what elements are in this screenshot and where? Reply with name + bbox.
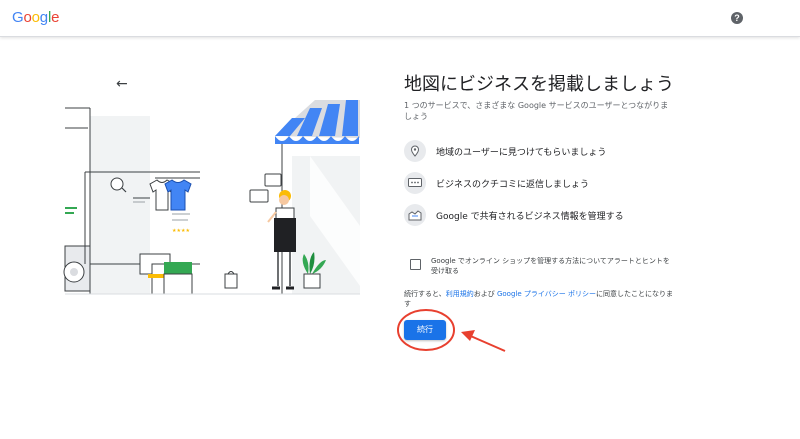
storefront-illustration: ★★★★	[63, 100, 360, 295]
privacy-policy-link[interactable]: Google プライバシー ポリシー	[497, 290, 596, 298]
page-title: 地図にビジネスを掲載しましょう	[404, 74, 674, 95]
logo-letter-6: e	[51, 9, 60, 26]
feature-text-manage: Google で共有されるビジネス情報を管理する	[436, 211, 624, 222]
back-arrow-icon[interactable]: ←	[116, 76, 128, 92]
business-profile-icon	[404, 204, 426, 226]
map-pin-icon	[404, 140, 426, 162]
logo-letter-1: G	[12, 9, 24, 26]
chat-bubbles-icon	[249, 173, 282, 203]
logo-letter-3: o	[31, 9, 40, 26]
google-logo[interactable]: Google	[12, 9, 59, 26]
alerts-checkbox[interactable]	[410, 259, 421, 270]
feature-text-find: 地域のユーザーに見つけてもらいましょう	[436, 147, 607, 158]
terms-prefix: 続行すると、	[404, 290, 446, 298]
help-icon[interactable]: ?	[731, 12, 743, 24]
alerts-checkbox-row[interactable]: Google でオンライン ショップを管理する方法についてアラートとヒントを受け…	[410, 256, 672, 276]
feature-row-reviews: ビジネスのクチコミに返信しましょう	[404, 172, 589, 194]
storefront-window	[292, 156, 360, 294]
shirt-icon	[149, 179, 192, 211]
logo-letter-2: o	[23, 9, 32, 26]
shop-wall	[63, 107, 150, 294]
alerts-checkbox-label: Google でオンライン ショップを管理する方法についてアラートとヒントを受け…	[431, 257, 670, 275]
terms-middle: および	[473, 290, 497, 298]
shopping-bag-icon	[224, 271, 238, 289]
annotation-arrow	[461, 330, 506, 352]
review-chat-icon	[404, 172, 426, 194]
feature-text-reviews: ビジネスのクチコミに返信しましょう	[436, 179, 590, 190]
top-bar: Google ?	[0, 0, 800, 37]
continue-button[interactable]: 続行	[404, 320, 446, 340]
rating-stars: ★★★★	[172, 228, 190, 234]
page-subtitle: 1 つのサービスで、さまざまな Google サービスのユーザーとつながりましょ…	[404, 101, 669, 121]
feature-row-find: 地域のユーザーに見つけてもらいましょう	[404, 140, 606, 162]
logo-letter-4: g	[39, 9, 48, 26]
feature-row-manage: Google で共有されるビジネス情報を管理する	[404, 204, 624, 226]
terms-notice: 続行すると、利用規約および Google プライバシー ポリシーに同意したことに…	[404, 289, 674, 309]
terms-of-service-link[interactable]: 利用規約	[446, 290, 474, 298]
